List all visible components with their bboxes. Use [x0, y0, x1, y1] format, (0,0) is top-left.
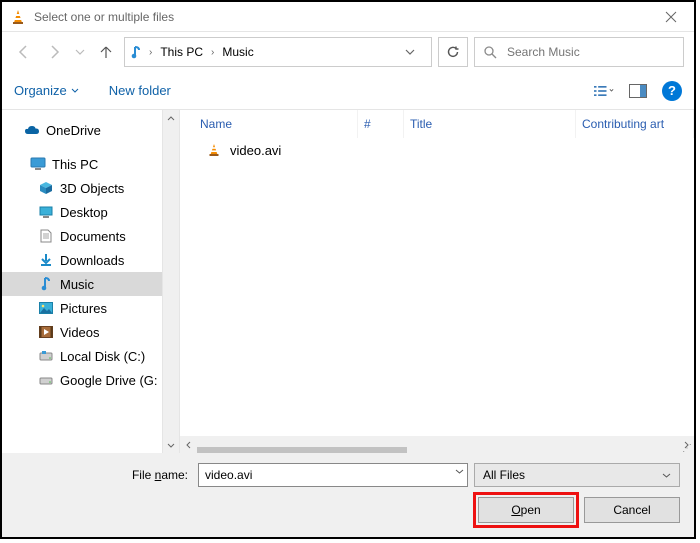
tree-label: Music: [60, 277, 94, 292]
tree-localdisk[interactable]: Local Disk (C:): [2, 344, 162, 368]
cancel-button[interactable]: Cancel: [584, 497, 680, 523]
tree-pictures[interactable]: Pictures: [2, 296, 162, 320]
filename-label: File name:: [16, 468, 192, 482]
chevron-down-icon: [71, 87, 79, 95]
col-contributing[interactable]: Contributing art: [576, 110, 694, 138]
close-button[interactable]: [648, 2, 694, 32]
col-title[interactable]: Title: [404, 110, 576, 138]
file-open-dialog: Select one or multiple files › This PC ›…: [0, 0, 696, 539]
help-button[interactable]: ?: [662, 81, 682, 101]
filetype-filter[interactable]: All Files: [474, 463, 680, 487]
scroll-thumb[interactable]: [197, 447, 407, 454]
column-headers: Name # Title Contributing art: [180, 110, 694, 138]
footer: File name: All Files Open Cancel: [2, 453, 694, 537]
up-button[interactable]: [94, 40, 118, 64]
tree-googledrive[interactable]: Google Drive (G:: [2, 368, 162, 392]
breadcrumb-thispc[interactable]: This PC: [156, 43, 207, 61]
tree-onedrive[interactable]: OneDrive: [2, 118, 162, 142]
folder-tree[interactable]: OneDrive This PC 3D Objects Desktop Docu…: [2, 110, 162, 453]
tree-label: 3D Objects: [60, 181, 124, 196]
computer-icon: [30, 156, 46, 172]
search-input[interactable]: [505, 44, 675, 60]
tree-videos[interactable]: Videos: [2, 320, 162, 344]
col-name[interactable]: Name: [194, 110, 358, 138]
open-button[interactable]: Open: [478, 497, 574, 523]
tree-label: Local Disk (C:): [60, 349, 145, 364]
refresh-button[interactable]: [438, 37, 468, 67]
tree-documents[interactable]: Documents: [2, 224, 162, 248]
preview-pane-button[interactable]: [628, 81, 648, 101]
drive-icon: [38, 348, 54, 364]
horizontal-scrollbar[interactable]: [180, 436, 694, 453]
pictures-icon: [38, 300, 54, 316]
organize-label: Organize: [14, 83, 67, 98]
file-row[interactable]: video.avi: [180, 138, 694, 162]
search-icon: [483, 45, 497, 59]
vlc-cone-icon: [10, 9, 26, 25]
titlebar: Select one or multiple files: [2, 2, 694, 32]
address-bar[interactable]: › This PC › Music: [124, 37, 432, 67]
tree-label: This PC: [52, 157, 98, 172]
view-mode-button[interactable]: [594, 81, 614, 101]
cloud-icon: [24, 122, 40, 138]
tree-label: Downloads: [60, 253, 124, 268]
tree-thispc[interactable]: This PC: [2, 152, 162, 176]
scroll-down-button[interactable]: [163, 436, 179, 453]
back-button[interactable]: [12, 40, 36, 64]
forward-button[interactable]: [42, 40, 66, 64]
tree-label: Desktop: [60, 205, 108, 220]
scroll-up-button[interactable]: [163, 110, 179, 127]
col-number[interactable]: #: [358, 110, 404, 138]
organize-menu[interactable]: Organize: [14, 83, 79, 98]
music-icon: [129, 44, 145, 60]
chevron-down-icon: [662, 471, 671, 480]
filter-label: All Files: [483, 468, 525, 482]
body-area: OneDrive This PC 3D Objects Desktop Docu…: [2, 110, 694, 453]
tree-downloads[interactable]: Downloads: [2, 248, 162, 272]
tree-music[interactable]: Music: [2, 272, 162, 296]
cube-icon: [38, 180, 54, 196]
tree-label: Google Drive (G:: [60, 373, 158, 388]
chevron-right-icon: ›: [147, 47, 154, 58]
address-dropdown[interactable]: [405, 47, 427, 57]
vlc-cone-icon: [206, 142, 222, 158]
videos-icon: [38, 324, 54, 340]
music-icon: [38, 276, 54, 292]
window-title: Select one or multiple files: [34, 10, 648, 24]
recent-dropdown[interactable]: [72, 40, 88, 64]
tree-label: Pictures: [60, 301, 107, 316]
search-box[interactable]: [474, 37, 684, 67]
navbar: › This PC › Music: [2, 32, 694, 72]
tree-scrollbar[interactable]: [162, 110, 179, 453]
resize-grip-icon: ⋰: [682, 446, 692, 451]
file-list: Name # Title Contributing art video.avi: [179, 110, 694, 453]
tree-label: OneDrive: [46, 123, 101, 138]
new-folder-button[interactable]: New folder: [109, 83, 171, 98]
toolbar: Organize New folder ?: [2, 72, 694, 110]
download-icon: [38, 252, 54, 268]
drive-icon: [38, 372, 54, 388]
breadcrumb-music[interactable]: Music: [218, 43, 257, 61]
scroll-track[interactable]: [163, 127, 179, 436]
tree-label: Documents: [60, 229, 126, 244]
tree-3dobjects[interactable]: 3D Objects: [2, 176, 162, 200]
file-list-body[interactable]: video.avi: [180, 138, 694, 436]
filename-input[interactable]: [198, 463, 468, 487]
tree-label: Videos: [60, 325, 100, 340]
desktop-icon: [38, 204, 54, 220]
tree-desktop[interactable]: Desktop: [2, 200, 162, 224]
document-icon: [38, 228, 54, 244]
scroll-left-button[interactable]: [180, 436, 197, 453]
file-name: video.avi: [230, 143, 281, 158]
chevron-right-icon: ›: [209, 47, 216, 58]
